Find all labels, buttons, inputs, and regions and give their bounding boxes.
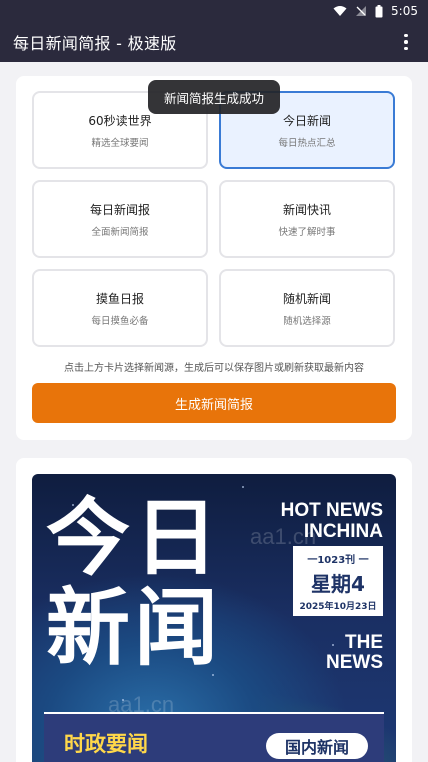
source-card-title: 新闻快讯 [282, 202, 331, 217]
source-card-subtitle: 快速了解时事 [278, 226, 336, 238]
source-card-title: 摸鱼日报 [95, 291, 144, 306]
app-bar: 每日新闻简报 - 极速版 [0, 22, 428, 62]
poster-bottom-band: 时政要闻 国内新闻 [44, 712, 384, 762]
wifi-icon [333, 5, 347, 17]
source-card-subtitle: 每日热点汇总 [278, 137, 336, 149]
poster-the: THE [345, 632, 383, 653]
toast-message: 新闻简报生成成功 [148, 80, 280, 114]
source-card-random[interactable]: 随机新闻 随机选择源 [219, 269, 395, 347]
poster-in-china: INCHINA [303, 521, 383, 542]
battery-icon [375, 4, 383, 18]
result-panel: 今日 新闻 aa1.cn HOT NEWS INCHINA 一1023刊 一 星… [16, 458, 412, 762]
hint-text: 点击上方卡片选择新闻源，生成后可以保存图片或刷新获取最新内容 [64, 363, 364, 374]
source-card-title: 60秒读世界 [88, 113, 152, 128]
poster-hot-news: HOT NEWS [280, 500, 383, 521]
source-card-flash-news[interactable]: 新闻快讯 快速了解时事 [219, 180, 395, 258]
more-menu-icon[interactable] [396, 30, 416, 54]
poster-issue: 一1023刊 一 [307, 554, 369, 566]
poster-date-box: 一1023刊 一 星期4 2025年10月23日 [293, 546, 383, 616]
source-card-moyu[interactable]: 摸鱼日报 每日摸鱼必备 [32, 269, 208, 347]
source-card-subtitle: 全面新闻简报 [91, 226, 149, 238]
no-signal-icon [355, 5, 367, 17]
news-poster-image[interactable]: 今日 新闻 aa1.cn HOT NEWS INCHINA 一1023刊 一 星… [32, 474, 396, 762]
source-card-subtitle: 精选全球要闻 [91, 137, 149, 149]
poster-politics-label: 时政要闻 [64, 732, 148, 756]
status-bar: 5:05 [0, 0, 428, 22]
source-card-title: 每日新闻报 [89, 202, 150, 217]
source-card-title: 今日新闻 [282, 113, 331, 128]
poster-title-line2: 新闻 [46, 579, 223, 677]
poster-news-word: NEWS [326, 652, 383, 673]
source-card-subtitle: 随机选择源 [283, 315, 331, 327]
source-card-subtitle: 每日摸鱼必备 [91, 315, 149, 327]
poster-domestic-badge: 国内新闻 [266, 733, 368, 759]
poster-title-line1: 今日 [46, 489, 223, 587]
app-title: 每日新闻简报 - 极速版 [13, 34, 177, 53]
source-card-title: 随机新闻 [282, 291, 331, 306]
status-time: 5:05 [391, 4, 418, 18]
source-card-daily-report[interactable]: 每日新闻报 全面新闻简报 [32, 180, 208, 258]
poster-date: 2025年10月23日 [299, 601, 377, 612]
generate-button[interactable]: 生成新闻简报 [32, 383, 396, 423]
poster-weekday: 星期4 [311, 571, 365, 596]
